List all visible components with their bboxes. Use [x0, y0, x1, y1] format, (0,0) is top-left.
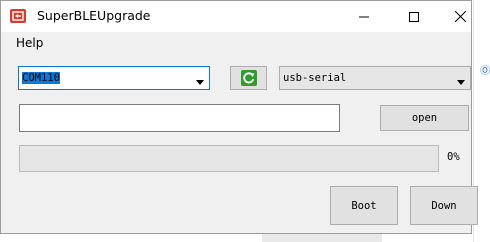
- refresh-icon: [240, 70, 257, 86]
- app-logo-icon: [10, 9, 26, 23]
- maximize-button[interactable]: [391, 1, 437, 32]
- menu-bar: Help: [1, 32, 471, 54]
- minimize-icon: [359, 16, 369, 17]
- mode-select[interactable]: usb-serial: [279, 66, 471, 90]
- maximize-icon: [409, 11, 419, 22]
- down-button[interactable]: Down: [410, 186, 478, 225]
- close-button[interactable]: [437, 1, 483, 32]
- progress-bar: [19, 145, 439, 172]
- menu-item-help[interactable]: Help: [16, 36, 43, 50]
- minimize-button[interactable]: [341, 1, 387, 32]
- app-window: SuperBLEUpgrade Help COM110 usb-serial o…: [0, 0, 478, 234]
- open-button[interactable]: open: [380, 105, 469, 131]
- background-text: Ⓞ: [480, 66, 490, 77]
- close-icon: [454, 11, 466, 22]
- chevron-down-icon: [196, 76, 204, 88]
- port-select[interactable]: COM110: [18, 66, 210, 90]
- progress-text: 0%: [447, 151, 460, 163]
- port-select-value: COM110: [22, 72, 60, 84]
- chevron-down-icon: [457, 76, 465, 88]
- window-title: SuperBLEUpgrade: [37, 8, 151, 23]
- file-path-input[interactable]: [19, 104, 340, 132]
- mode-select-value: usb-serial: [283, 72, 347, 84]
- boot-button[interactable]: Boot: [330, 186, 398, 225]
- title-bar: SuperBLEUpgrade: [1, 1, 471, 32]
- refresh-button[interactable]: [230, 66, 267, 90]
